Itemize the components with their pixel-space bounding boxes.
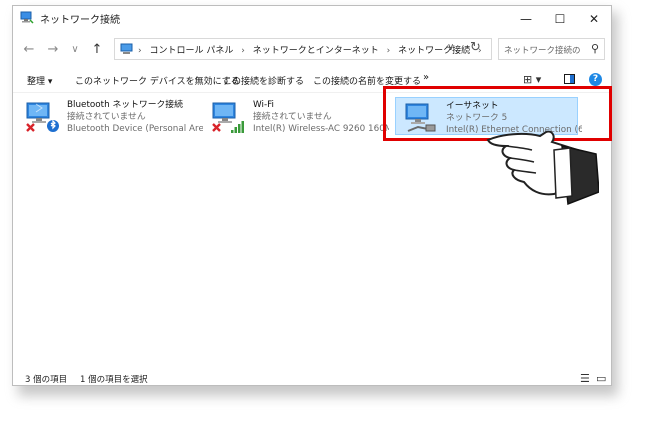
control-panel-icon bbox=[120, 43, 133, 54]
minimize-button[interactable]: — bbox=[509, 6, 543, 31]
breadcrumb-network-connections[interactable]: ネットワーク接続 bbox=[398, 46, 470, 56]
search-icon[interactable]: ⚲ bbox=[591, 42, 599, 55]
breadcrumb-separator: › bbox=[138, 46, 142, 56]
more-commands-button[interactable]: » bbox=[423, 72, 429, 83]
address-row: ← → ∨ ↑ › コントロール パネル › ネットワークとインターネット › … bbox=[13, 36, 611, 62]
connection-device: Bluetooth Device (Personal Area ... bbox=[67, 124, 203, 134]
connection-item-wifi[interactable]: Wi-Fi 接続されていません Intel(R) Wireless-AC 926… bbox=[203, 97, 389, 135]
search-input[interactable]: ネットワーク接続の... ⚲ bbox=[498, 38, 605, 60]
breadcrumb-network-internet[interactable]: ネットワークとインターネット bbox=[253, 46, 379, 56]
help-icon[interactable]: ? bbox=[589, 73, 602, 86]
change-view-icon[interactable]: ⊞ ▾ bbox=[523, 73, 541, 86]
window-title: ネットワーク接続 bbox=[40, 15, 120, 26]
close-button[interactable]: ✕ bbox=[577, 6, 611, 31]
connection-status: 接続されていません bbox=[253, 112, 332, 122]
breadcrumb-control-panel[interactable]: コントロール パネル bbox=[149, 46, 233, 56]
title-bar: ネットワーク接続 — ☐ ✕ bbox=[13, 6, 611, 31]
recent-locations-button[interactable]: ∨ bbox=[65, 40, 85, 58]
connection-text: Bluetooth ネットワーク接続 接続されていません Bluetooth D… bbox=[67, 99, 203, 135]
back-button[interactable]: ← bbox=[19, 40, 39, 58]
network-connections-icon bbox=[20, 11, 34, 24]
selected-count: 1 個の項目を選択 bbox=[80, 375, 148, 385]
forward-button[interactable]: → bbox=[43, 40, 63, 58]
address-bar[interactable]: › コントロール パネル › ネットワークとインターネット › ネットワーク接続… bbox=[114, 38, 492, 60]
diagnose-button[interactable]: この接続を診断する bbox=[223, 74, 304, 87]
connection-item-bluetooth[interactable]: Bluetooth ネットワーク接続 接続されていません Bluetooth D… bbox=[17, 97, 203, 135]
maximize-button[interactable]: ☐ bbox=[543, 6, 577, 31]
pointing-hand-icon bbox=[486, 130, 599, 206]
large-icons-view-icon[interactable]: ▭ bbox=[596, 372, 606, 385]
search-placeholder: ネットワーク接続の... bbox=[504, 46, 580, 56]
refresh-icon[interactable]: ↻ bbox=[470, 40, 481, 55]
connection-device: Intel(R) Wireless-AC 9260 160MHz bbox=[253, 124, 389, 134]
item-count: 3 個の項目 bbox=[25, 375, 68, 385]
connection-name: Bluetooth ネットワーク接続 bbox=[67, 100, 183, 110]
breadcrumb: › コントロール パネル › ネットワークとインターネット › ネットワーク接続… bbox=[138, 43, 487, 56]
disable-device-button[interactable]: このネットワーク デバイスを無効にする bbox=[75, 74, 240, 87]
details-view-icon[interactable]: ☰ bbox=[580, 372, 590, 385]
wifi-network-icon bbox=[212, 102, 244, 133]
organize-button[interactable]: 整理 ▾ bbox=[27, 74, 52, 87]
up-button[interactable]: ↑ bbox=[87, 40, 107, 58]
bluetooth-network-icon bbox=[26, 102, 59, 132]
breadcrumb-separator: › bbox=[386, 46, 391, 56]
connection-status: 接続されていません bbox=[67, 112, 146, 122]
address-dropdown-icon[interactable]: ∨ bbox=[447, 42, 454, 53]
breadcrumb-separator: › bbox=[241, 46, 245, 56]
connection-text: Wi-Fi 接続されていません Intel(R) Wireless-AC 926… bbox=[253, 99, 389, 135]
preview-pane-icon[interactable] bbox=[564, 74, 575, 84]
connection-name: Wi-Fi bbox=[253, 100, 274, 110]
